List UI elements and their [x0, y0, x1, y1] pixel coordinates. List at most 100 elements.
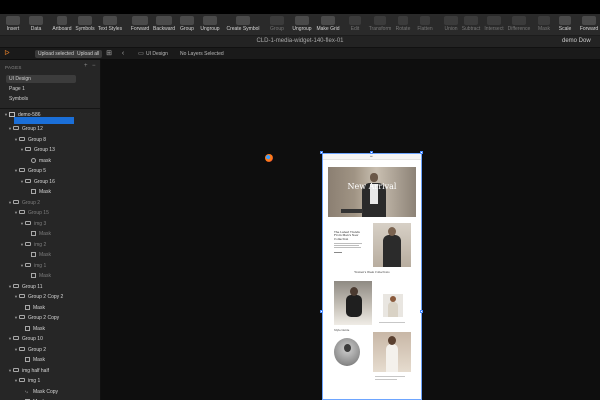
rectangle-mask-icon [25, 357, 30, 362]
layer-row[interactable]: Mask [26, 250, 51, 260]
layer-row[interactable]: ▼ Group 16 [20, 177, 55, 187]
page-ui-design[interactable]: UI Design [6, 75, 76, 83]
backward-button[interactable]: Backward [152, 16, 176, 35]
intro-title: The Latest Trends From Men's New Collect… [334, 230, 360, 241]
edit-button[interactable]: Edit [347, 16, 363, 35]
layer-row[interactable]: Mask [20, 324, 45, 334]
mask-button[interactable]: Mask [536, 16, 552, 35]
forward-right-button[interactable]: Forward [579, 16, 599, 35]
artboard-button[interactable]: Artboard [51, 16, 73, 35]
subtract-button[interactable]: Subtract [460, 16, 482, 35]
hero-person-head [370, 173, 378, 182]
artboard-demo[interactable]: ▪▪▪ New Arrival The Latest Trends From M… [322, 153, 422, 400]
intersect-button[interactable]: Intersect [483, 16, 505, 35]
section-title: Women's Week Collections [354, 271, 390, 274]
layer-row[interactable]: ▼ Group 8 [14, 135, 46, 145]
layer-row[interactable]: ▼ Group 12 [8, 124, 43, 134]
layer-row[interactable]: Mask [20, 303, 45, 313]
layer-row[interactable]: ▼ Group 13 [20, 145, 55, 155]
caption-line [379, 322, 405, 323]
layer-row[interactable]: ▼ Group 10 [8, 334, 43, 344]
collapse-pages-icon[interactable]: − [92, 63, 96, 69]
page-symbols[interactable]: Symbols [6, 95, 76, 103]
page-1[interactable]: Page 1 [6, 85, 76, 93]
layer-label: Group 2 Copy [28, 315, 60, 321]
layer-label: Group 2 Copy 2 [28, 294, 64, 300]
rectangle-mask-icon [25, 325, 30, 331]
document-tab-right[interactable]: demo Dow [562, 38, 591, 44]
layer-row[interactable]: ▼ img 2 [20, 240, 46, 250]
mask-icon [538, 16, 550, 25]
create-symbol-button[interactable]: Create Symbol [226, 16, 260, 35]
layer-row[interactable]: ▼ Group 2 [14, 345, 46, 355]
photo-circle-portrait [334, 338, 360, 366]
resize-handle[interactable] [370, 151, 373, 154]
style-caption: Style Guide [334, 329, 350, 332]
layer-label: Group 5 [28, 168, 47, 174]
ungroup-button[interactable]: Ungroup [199, 16, 221, 35]
layer-row[interactable]: Mask [26, 271, 51, 281]
layer-row[interactable]: Mask [20, 355, 45, 365]
resize-handle[interactable] [320, 310, 323, 313]
page-icon: ▭ [138, 51, 144, 57]
layer-label: img 1 [28, 378, 41, 384]
layer-label: mask [39, 157, 51, 164]
make-grid-button[interactable]: Make Grid [316, 16, 340, 35]
resize-handle[interactable] [420, 151, 423, 154]
photo-woman-small [383, 294, 403, 317]
layer-row[interactable]: ▼ Group 2 Copy 2 [14, 292, 63, 302]
difference-button[interactable]: Difference [506, 16, 532, 35]
layer-row[interactable]: ▼ img 1 [20, 261, 46, 271]
flatten-button[interactable]: Flatten [415, 16, 435, 35]
layer-label: img 3 [34, 220, 47, 227]
oval-mask-icon [31, 157, 36, 163]
plugin-icon[interactable]: ᐅ [3, 50, 11, 58]
layer-label: Mask [39, 231, 51, 237]
group-icon [270, 16, 284, 25]
folder-icon [19, 346, 25, 351]
layer-row[interactable]: ▼ Group 2 Copy [14, 313, 59, 323]
layer-row[interactable]: ▼ img 1 [14, 376, 40, 386]
insert-button[interactable]: Insert [4, 16, 22, 35]
data-button[interactable]: Data [27, 16, 45, 35]
scale-icon [559, 16, 571, 25]
scale-button[interactable]: Scale [557, 16, 573, 35]
union-icon [444, 16, 458, 25]
artboard-row[interactable]: ▼ demo-586 [4, 110, 41, 120]
resize-handle[interactable] [420, 310, 423, 313]
symbols-button[interactable]: Symbols [74, 16, 96, 35]
back-chevron-icon[interactable]: ‹ [119, 50, 127, 58]
ungroup-layers-button[interactable]: Ungroup [290, 16, 314, 35]
transform-button[interactable]: Transform [368, 16, 392, 35]
group-icon [180, 16, 194, 25]
text-styles-icon [103, 16, 117, 25]
layer-row[interactable]: ▼ img half half [8, 366, 49, 376]
layer-row[interactable]: ▼ Group 5 [14, 166, 46, 176]
document-tab-bar: CLD-1-media-widget-140-flex-01 [0, 36, 600, 48]
layer-row[interactable]: Mask [26, 187, 51, 197]
layer-label: Mask [39, 189, 51, 195]
union-button[interactable]: Union [442, 16, 460, 35]
forward-button[interactable]: Forward [129, 16, 151, 35]
text-styles-button[interactable]: Text Styles [97, 16, 123, 35]
layer-label: Mask Copy [33, 388, 59, 395]
layer-row[interactable]: ▼ img 3 [20, 219, 46, 229]
resize-handle[interactable] [320, 151, 323, 154]
upload-selected-button[interactable]: Upload selected [35, 50, 77, 58]
grid-view-icon[interactable]: ⊞ [105, 50, 113, 58]
layer-row[interactable]: ▼ Group 11 [8, 282, 42, 292]
folder-icon [25, 262, 31, 267]
group-button[interactable]: Group [178, 16, 196, 35]
layer-row[interactable]: ▼ Group 15 [14, 208, 49, 218]
group-disabled-button[interactable]: Group [268, 16, 286, 35]
breadcrumb-page[interactable]: UI Design [146, 50, 168, 58]
layer-row[interactable]: Mask [26, 229, 51, 239]
layer-row[interactable]: mask [26, 156, 51, 166]
folder-icon [13, 367, 19, 372]
symbols-icon [78, 16, 92, 25]
layer-row[interactable]: ⤷ Mask Copy [20, 387, 58, 397]
add-page-icon[interactable]: + [84, 63, 88, 69]
layer-row[interactable]: ▼ Group 2 [8, 198, 40, 208]
upload-all-button[interactable]: Upload all [74, 50, 103, 58]
rotate-button[interactable]: Rotate [394, 16, 412, 35]
